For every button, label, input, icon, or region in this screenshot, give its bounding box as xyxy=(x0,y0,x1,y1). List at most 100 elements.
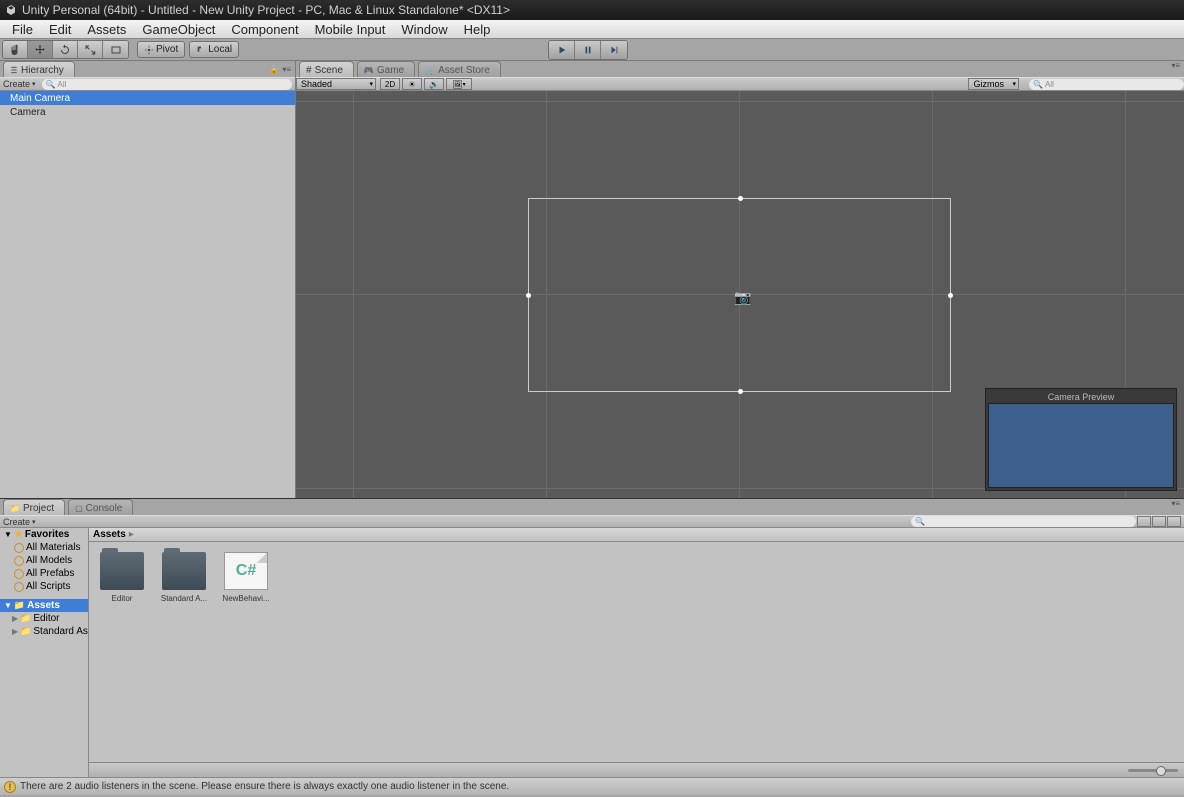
search-icon: 🔍 xyxy=(1033,80,1043,89)
console-icon: ▢ xyxy=(75,504,83,513)
titlebar: Unity Personal (64bit) - Untitled - New … xyxy=(0,0,1184,20)
gizmos-dropdown[interactable]: Gizmos xyxy=(968,78,1019,90)
toolbar: Pivot Local xyxy=(0,39,1184,61)
asset-editor-folder[interactable]: Editor xyxy=(97,552,147,603)
audio-toggle[interactable]: 🔊 xyxy=(424,78,444,90)
project-create-dropdown[interactable]: Create▾ xyxy=(3,517,36,527)
grid-size-slider[interactable] xyxy=(1128,769,1178,772)
panel-menu-icon[interactable]: ▾≡ xyxy=(1171,61,1184,77)
shading-dropdown[interactable]: Shaded xyxy=(296,78,376,90)
folder-icon xyxy=(100,552,144,590)
scene-search-input[interactable]: 🔍 All xyxy=(1029,79,1184,90)
scene-icon: # xyxy=(306,65,312,76)
tab-asset-store[interactable]: 🛒Asset Store xyxy=(418,61,501,77)
folder-icon: 📁 xyxy=(20,613,31,624)
warning-icon: ! xyxy=(4,781,16,793)
tab-scene[interactable]: #Scene xyxy=(299,61,354,77)
project-footer xyxy=(89,762,1184,777)
speaker-icon: 🔊 xyxy=(429,80,439,89)
menu-mobile-input[interactable]: Mobile Input xyxy=(307,22,394,37)
2d-toggle[interactable]: 2D xyxy=(380,78,400,90)
folder-icon xyxy=(162,552,206,590)
project-search-input[interactable]: 🔍 xyxy=(911,516,1136,527)
asset-newbehaviour-script[interactable]: C# NewBehavi... xyxy=(221,552,271,603)
search-filter-icon xyxy=(14,556,24,566)
menu-gameobject[interactable]: GameObject xyxy=(134,22,223,37)
tree-assets-root[interactable]: ▼📁Assets xyxy=(0,599,88,612)
tree-favorites[interactable]: ▼★Favorites xyxy=(0,528,88,541)
move-tool[interactable] xyxy=(28,41,53,58)
search-filter-icon xyxy=(14,569,24,579)
lighting-toggle[interactable]: ☀ xyxy=(402,78,422,90)
hierarchy-search-input[interactable]: 🔍 All xyxy=(42,79,292,90)
menu-help[interactable]: Help xyxy=(456,22,499,37)
window-title: Unity Personal (64bit) - Untitled - New … xyxy=(22,3,510,17)
tree-editor-folder[interactable]: ▶📁Editor xyxy=(0,612,88,625)
search-filter-icon xyxy=(14,582,24,592)
save-search-button[interactable] xyxy=(1167,516,1181,527)
step-button[interactable] xyxy=(601,41,627,59)
hierarchy-list: Main Camera Camera xyxy=(0,91,295,498)
hierarchy-panel: Hierarchy 🔒 ▾≡ Create▾ 🔍 All Main Camera… xyxy=(0,61,296,498)
hand-tool[interactable] xyxy=(3,41,28,58)
breadcrumb[interactable]: Assets▸ xyxy=(89,528,1184,542)
scene-panel: #Scene 🎮Game 🛒Asset Store ▾≡ Shaded 2D ☀… xyxy=(296,61,1184,498)
camera-gizmo-icon[interactable]: 📷 xyxy=(734,289,751,306)
search-icon: 🔍 xyxy=(915,517,925,526)
tab-game[interactable]: 🎮Game xyxy=(357,61,415,77)
pause-button[interactable] xyxy=(575,41,601,59)
tab-project[interactable]: 📁Project xyxy=(3,499,65,515)
rotate-tool[interactable] xyxy=(53,41,78,58)
filter-by-type-button[interactable] xyxy=(1137,516,1151,527)
hierarchy-tab[interactable]: Hierarchy xyxy=(3,61,75,77)
project-tree: ▼★Favorites All Materials All Models All… xyxy=(0,528,89,777)
store-icon: 🛒 xyxy=(425,66,435,75)
play-button[interactable] xyxy=(549,41,575,59)
star-icon: ★ xyxy=(14,529,23,540)
menu-assets[interactable]: Assets xyxy=(79,22,134,37)
csharp-script-icon: C# xyxy=(224,552,268,590)
tab-console[interactable]: ▢Console xyxy=(68,499,133,515)
sun-icon: ☀ xyxy=(408,80,415,89)
hierarchy-item-main-camera[interactable]: Main Camera xyxy=(0,91,295,105)
menu-component[interactable]: Component xyxy=(223,22,306,37)
statusbar[interactable]: ! There are 2 audio listeners in the sce… xyxy=(0,777,1184,795)
transform-tools xyxy=(2,40,129,59)
scale-tool[interactable] xyxy=(78,41,103,58)
local-toggle[interactable]: Local xyxy=(189,41,239,58)
filter-by-label-button[interactable] xyxy=(1152,516,1166,527)
menubar: File Edit Assets GameObject Component Mo… xyxy=(0,20,1184,39)
hierarchy-icon xyxy=(10,66,18,74)
tree-all-materials[interactable]: All Materials xyxy=(0,541,88,554)
tree-standard-assets-folder[interactable]: ▶📁Standard As xyxy=(0,625,88,638)
menu-edit[interactable]: Edit xyxy=(41,22,79,37)
panel-menu-icon[interactable]: ▾≡ xyxy=(1171,499,1184,515)
search-filter-icon xyxy=(14,543,24,553)
game-icon: 🎮 xyxy=(364,66,374,75)
tree-all-prefabs[interactable]: All Prefabs xyxy=(0,567,88,580)
project-panel: 📁Project ▢Console ▾≡ Create▾ 🔍 ▼★Favorit… xyxy=(0,498,1184,777)
tree-all-scripts[interactable]: All Scripts xyxy=(0,580,88,593)
fx-toggle[interactable]: 🖼▾ xyxy=(446,78,472,90)
camera-preview-overlay: Camera Preview xyxy=(985,388,1177,491)
hierarchy-create-dropdown[interactable]: Create▾ xyxy=(3,79,36,89)
panel-menu-icon[interactable]: ▾≡ xyxy=(282,65,291,74)
rect-tool[interactable] xyxy=(103,41,128,58)
scene-viewport[interactable]: 📷 Camera Preview xyxy=(296,91,1184,498)
status-message: There are 2 audio listeners in the scene… xyxy=(20,781,509,792)
asset-standard-assets-folder[interactable]: Standard A... xyxy=(159,552,209,603)
search-icon: 🔍 xyxy=(46,80,56,89)
panel-lock-icon[interactable]: 🔒 xyxy=(269,65,279,74)
hierarchy-item-camera[interactable]: Camera xyxy=(0,105,295,119)
camera-preview-viewport xyxy=(988,403,1174,488)
menu-file[interactable]: File xyxy=(4,22,41,37)
folder-icon: 📁 xyxy=(20,626,31,637)
pivot-toggle[interactable]: Pivot xyxy=(137,41,185,58)
camera-preview-label: Camera Preview xyxy=(988,391,1174,403)
image-icon: 🖼 xyxy=(452,80,462,89)
tree-all-models[interactable]: All Models xyxy=(0,554,88,567)
folder-icon: 📁 xyxy=(10,504,20,513)
menu-window[interactable]: Window xyxy=(393,22,455,37)
unity-logo-icon xyxy=(4,3,18,17)
project-asset-grid: Editor Standard A... C# NewBehavi... xyxy=(89,542,1184,762)
